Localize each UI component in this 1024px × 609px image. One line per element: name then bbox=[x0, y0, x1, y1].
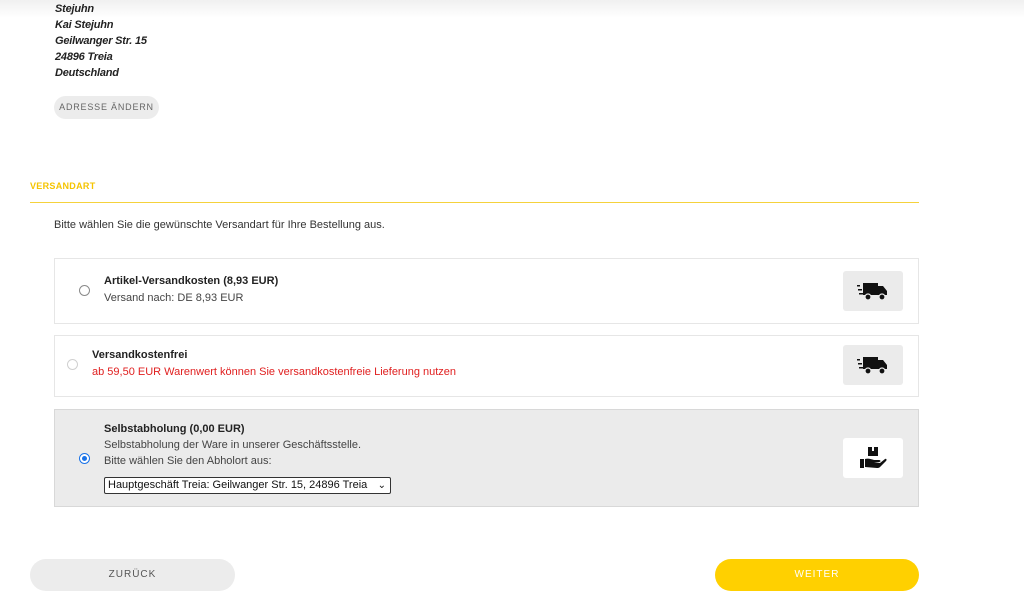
address-line: Kai Stejuhn bbox=[55, 19, 114, 31]
shipping-option-standard[interactable]: Artikel-Versandkosten (8,93 EUR) Versand… bbox=[54, 258, 919, 324]
change-address-button[interactable]: ADRESSE ÄNDERN bbox=[54, 96, 159, 119]
pickup-location-value: Hauptgeschäft Treia: Geilwanger Str. 15,… bbox=[108, 479, 368, 491]
shipping-option-radio[interactable] bbox=[67, 359, 78, 370]
address-line: Deutschland bbox=[55, 67, 119, 79]
chevron-down-icon: ⌄ bbox=[377, 480, 386, 491]
hand-package-icon bbox=[843, 438, 903, 478]
section-divider bbox=[30, 202, 919, 203]
shipping-option-subtitle: Versand nach: DE 8,93 EUR bbox=[104, 292, 244, 304]
top-shadow bbox=[0, 0, 1024, 18]
shipping-option-title: Selbstabholung (0,00 EUR) bbox=[104, 423, 245, 435]
shipping-option-subtitle: ab 59,50 EUR Warenwert können Sie versan… bbox=[92, 366, 457, 378]
shipping-option-title: Artikel-Versandkosten (8,93 EUR) bbox=[104, 275, 279, 287]
shipping-option-subtitle: Selbstabholung der Ware in unserer Gesch… bbox=[104, 439, 362, 451]
shipping-option-pickup[interactable]: Selbstabholung (0,00 EUR) Selbstabholung… bbox=[54, 409, 919, 507]
address-line: 24896 Treia bbox=[55, 51, 113, 63]
pickup-location-prompt: Bitte wählen Sie den Abholort aus: bbox=[104, 455, 272, 467]
pickup-location-select[interactable]: Hauptgeschäft Treia: Geilwanger Str. 15,… bbox=[104, 477, 391, 494]
delivery-truck-icon bbox=[843, 345, 903, 385]
shipping-intro-text: Bitte wählen Sie die gewünschte Versanda… bbox=[54, 219, 385, 231]
next-button[interactable]: WEITER bbox=[715, 559, 919, 591]
section-title-shipping: VERSANDART bbox=[30, 181, 96, 191]
shipping-option-free[interactable]: Versandkostenfrei ab 59,50 EUR Warenwert… bbox=[54, 335, 919, 397]
delivery-truck-icon bbox=[843, 271, 903, 311]
back-button[interactable]: ZURÜCK bbox=[30, 559, 235, 591]
shipping-address: Stejuhn Kai Stejuhn Geilwanger Str. 15 2… bbox=[55, 1, 147, 81]
shipping-option-radio[interactable] bbox=[79, 285, 90, 296]
address-line: Geilwanger Str. 15 bbox=[55, 35, 147, 47]
shipping-option-title: Versandkostenfrei bbox=[92, 349, 188, 361]
address-line: Stejuhn bbox=[55, 3, 94, 15]
shipping-option-radio[interactable] bbox=[79, 453, 90, 464]
